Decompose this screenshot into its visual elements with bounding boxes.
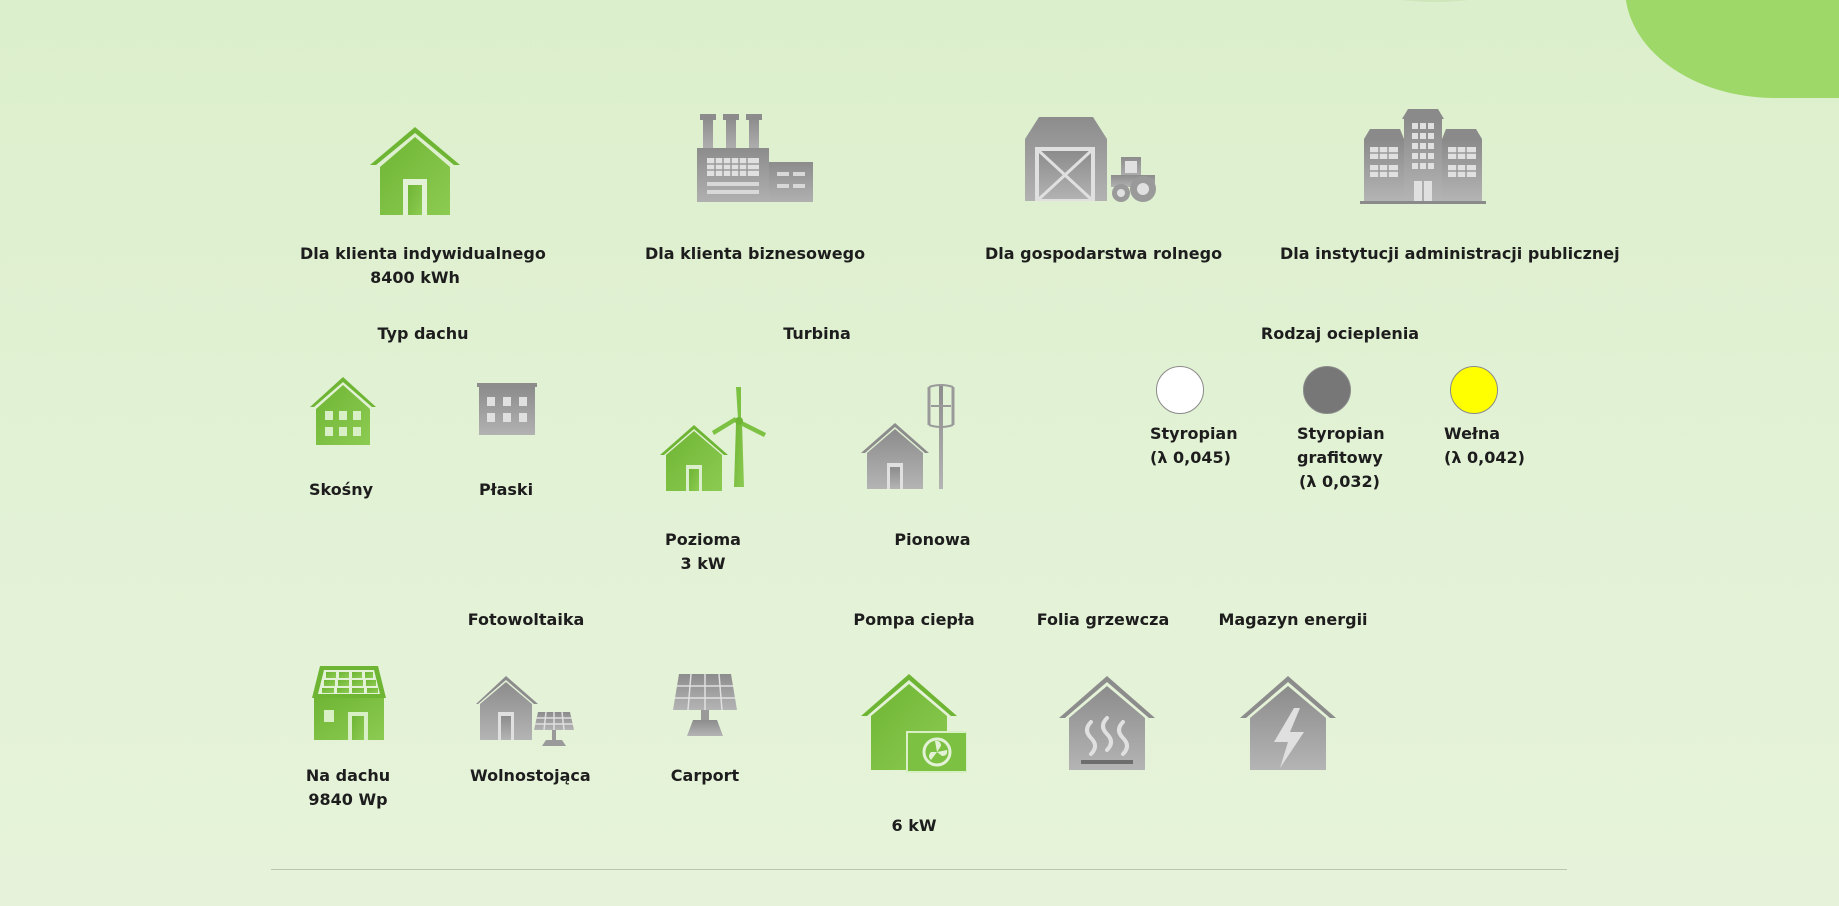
- decorative-blob: [1625, 0, 1839, 98]
- photovoltaics-title: Fotowoltaika: [467, 610, 585, 629]
- insulation-styrofoam-option[interactable]: Styropian (λ 0,045): [1148, 366, 1238, 474]
- turbine-horizontal-option[interactable]: Pozioma 3 kW: [650, 382, 766, 577]
- pv-rooftop-label: Na dachu: [305, 766, 391, 785]
- heating-foil-icon: [1059, 674, 1155, 772]
- energy-storage-option[interactable]: [1236, 672, 1336, 782]
- insulation-graphite-line1: Styropian: [1297, 424, 1385, 443]
- heat-pump-value: 6 kW: [891, 816, 937, 835]
- client-individual-label: Dla klienta indywidualnego: [300, 244, 546, 263]
- heating-foil-option[interactable]: [1055, 672, 1155, 782]
- ground-solar-icon: [476, 674, 576, 748]
- energy-storage-icon: [1240, 674, 1336, 772]
- white-color-swatch: [1156, 366, 1204, 414]
- pv-rooftop-value: 9840 Wp: [308, 790, 388, 809]
- turbine-title: Turbina: [783, 324, 851, 343]
- yellow-color-swatch: [1450, 366, 1498, 414]
- roof-pitched-label: Skośny: [308, 480, 374, 499]
- pv-carport-option[interactable]: Carport: [663, 670, 747, 800]
- bottom-divider: [271, 869, 1567, 870]
- insulation-title: Rodzaj ocieplenia: [1260, 324, 1420, 343]
- heating-foil-title: Folia grzewcza: [1036, 610, 1170, 629]
- horizontal-wind-turbine-icon: [658, 385, 768, 491]
- gray-color-swatch: [1303, 366, 1351, 414]
- heat-pump-option[interactable]: 6 kW: [858, 670, 970, 840]
- heat-pump-icon: [861, 672, 967, 774]
- turbine-vertical-option[interactable]: Pionowa: [855, 382, 1010, 557]
- house-icon: [368, 125, 462, 217]
- energy-storage-title: Magazyn energii: [1218, 610, 1368, 629]
- turbine-vertical-label: Pionowa: [894, 530, 971, 549]
- vertical-wind-turbine-icon: [861, 383, 961, 491]
- insulation-graphite-line3: (λ 0,032): [1299, 472, 1380, 491]
- client-individual-option[interactable]: Dla klienta indywidualnego 8400 kWh: [300, 115, 546, 295]
- insulation-wool-option[interactable]: Wełna (λ 0,042): [1442, 366, 1525, 474]
- turbine-horizontal-value: 3 kW: [680, 554, 726, 573]
- client-public-option[interactable]: Dla instytucji administracji publicznej: [1280, 105, 1620, 270]
- pv-rooftop-option[interactable]: Na dachu 9840 Wp: [300, 660, 396, 812]
- turbine-horizontal-label: Pozioma: [665, 530, 741, 549]
- pv-ground-label: Wolnostojąca: [470, 766, 591, 785]
- insulation-styrofoam-line1: Styropian: [1150, 424, 1238, 443]
- insulation-graphite-line2: grafitowy: [1297, 448, 1383, 467]
- client-individual-value: 8400 kWh: [370, 268, 460, 287]
- client-business-label: Dla klienta biznesowego: [645, 244, 866, 263]
- heat-pump-title: Pompa ciepła: [853, 610, 975, 629]
- barn-tractor-icon: [1025, 113, 1157, 205]
- client-farm-label: Dla gospodarstwa rolnego: [985, 244, 1223, 263]
- pv-carport-label: Carport: [670, 766, 740, 785]
- roof-flat-label: Płaski: [478, 480, 534, 499]
- insulation-styrofoam-line2: (λ 0,045): [1150, 448, 1231, 467]
- rooftop-solar-icon: [310, 662, 388, 742]
- flat-roof-building-icon: [477, 383, 537, 437]
- client-farm-option[interactable]: Dla gospodarstwa rolnego: [985, 110, 1223, 270]
- carport-solar-icon: [671, 672, 739, 738]
- roof-flat-option[interactable]: Płaski: [470, 380, 542, 504]
- client-business-option[interactable]: Dla klienta biznesowego: [645, 110, 866, 270]
- pv-ground-option[interactable]: Wolnostojąca: [470, 670, 591, 800]
- roof-type-title: Typ dachu: [377, 324, 469, 343]
- pitched-roof-house-icon: [308, 375, 378, 447]
- insulation-wool-line2: (λ 0,042): [1444, 448, 1525, 467]
- insulation-wool-line1: Wełna: [1444, 424, 1501, 443]
- factory-icon: [695, 112, 815, 204]
- insulation-graphite-option[interactable]: Styropian grafitowy (λ 0,032): [1295, 366, 1385, 496]
- decorative-blob-small: [1365, 0, 1505, 2]
- roof-pitched-option[interactable]: Skośny: [300, 372, 382, 504]
- public-building-icon: [1360, 107, 1486, 205]
- client-public-label: Dla instytucji administracji publicznej: [1280, 244, 1620, 263]
